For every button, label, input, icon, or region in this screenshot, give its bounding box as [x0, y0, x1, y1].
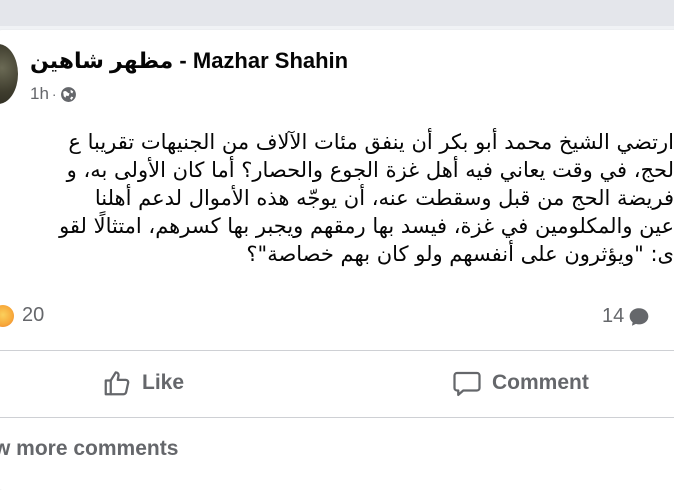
like-label: Like: [142, 371, 185, 394]
globe-icon[interactable]: [60, 86, 77, 103]
thumbs-up-icon: [104, 371, 130, 396]
reactions-count[interactable]: 20: [22, 304, 44, 327]
comments-count[interactable]: 14: [602, 305, 624, 328]
author-name[interactable]: مظهر شاهين - Mazhar Shahin: [30, 48, 348, 74]
divider: [0, 417, 674, 418]
view-more-comments-link[interactable]: w more comments: [0, 437, 178, 461]
post-meta: 1h ·: [30, 84, 77, 104]
comment-bubble-icon: [628, 306, 650, 328]
post-body: ارتضي الشيخ محمد أبو بكر أن ينفق مئات ال…: [0, 128, 674, 268]
post-body-line: فريضة الحج من قبل وسقطت عنه، أن يوجّه هذ…: [94, 186, 674, 210]
reactions-summary[interactable]: 20: [0, 304, 44, 327]
comment-button[interactable]: Comment: [452, 361, 589, 405]
comment-label: Comment: [492, 371, 589, 394]
like-button[interactable]: Like: [102, 361, 184, 405]
post-body-line: ارتضي الشيخ محمد أبو بكر أن ينفق مئات ال…: [68, 130, 674, 154]
post-body-line: عين والمكلومين في غزة، فيسد بها رمقهم وي…: [59, 214, 674, 238]
post-body-line: ى: "ويؤثرون على أنفسهم ولو كان بهم خصاصة…: [246, 242, 674, 266]
top-strip: [0, 0, 674, 26]
comments-summary[interactable]: 14: [602, 305, 650, 328]
post-time[interactable]: 1h: [30, 84, 49, 104]
post-body-line: لحج، في وقت يعاني فيه أهل غزة الجوع والح…: [66, 158, 674, 182]
reaction-emoji-icon: [0, 304, 14, 327]
divider: [0, 350, 674, 351]
meta-separator: ·: [51, 86, 57, 102]
comment-icon: [453, 371, 481, 396]
